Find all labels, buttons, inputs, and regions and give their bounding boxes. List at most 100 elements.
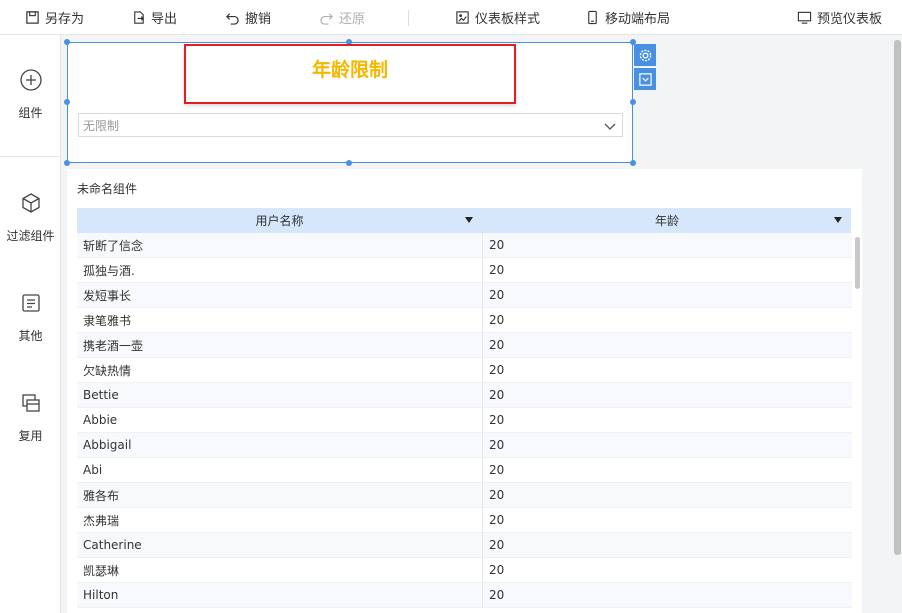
sidebar-item-components[interactable]: 组件 <box>0 68 61 158</box>
table-row[interactable]: 隶笔雅书 20 <box>77 308 852 333</box>
page-scrollbar[interactable] <box>894 40 901 555</box>
cube-icon <box>21 193 40 213</box>
username-cell: 孤独与酒. <box>77 258 483 282</box>
table-row[interactable]: 斩断了信念 20 <box>77 233 852 258</box>
mobile-icon <box>588 10 597 25</box>
table-row[interactable]: 凯瑟琳 20 <box>77 558 852 583</box>
age-cell: 20 <box>489 488 505 502</box>
age-cell: 20 <box>489 463 505 477</box>
sidebar-item-other[interactable]: 其他 <box>0 291 61 381</box>
redo-button[interactable]: 还原 <box>319 0 365 35</box>
resize-handle[interactable] <box>64 160 70 166</box>
gear-icon <box>639 49 651 61</box>
table-row[interactable]: Abbie 20 <box>77 408 852 433</box>
age-filter-select[interactable]: 无限制 <box>78 113 623 137</box>
resize-handle[interactable] <box>64 99 70 105</box>
export-label: 导出 <box>151 12 178 27</box>
username-cell: 发短事长 <box>77 283 483 307</box>
age-cell: 20 <box>489 513 505 527</box>
table-row[interactable]: 雅各布 20 <box>77 483 852 508</box>
table-row[interactable]: Hilton 20 <box>77 583 852 608</box>
column-header-label: 用户名称 <box>255 214 304 228</box>
save-as-button[interactable]: 另存为 <box>25 0 84 35</box>
username-cell: 斩断了信念 <box>77 233 483 257</box>
mobile-layout-label: 移动端布局 <box>605 12 671 27</box>
column-header-username[interactable]: 用户名称 <box>77 208 483 233</box>
age-cell: 20 <box>489 588 505 602</box>
widget-collapse-button[interactable] <box>634 68 656 90</box>
table-widget[interactable]: 未命名组件 用户名称 年龄 斩断了信念 20 孤独与酒. 20 发短事长 20 隶笔雅书 20… <box>67 169 862 613</box>
undo-icon <box>226 13 239 25</box>
username-cell: Abbie <box>77 408 483 432</box>
sort-caret-icon[interactable] <box>834 217 842 223</box>
save-as-label: 另存为 <box>45 12 85 27</box>
mobile-layout-button[interactable]: 移动端布局 <box>585 0 670 35</box>
widget-side-tools <box>634 44 656 92</box>
username-cell: Abi <box>77 458 483 482</box>
table-row[interactable]: 杰弗瑞 20 <box>77 508 852 533</box>
save-icon <box>26 11 39 24</box>
sidebar-item-reuse[interactable]: 复用 <box>0 391 61 481</box>
resize-handle[interactable] <box>630 160 636 166</box>
username-cell: Catherine <box>77 533 483 557</box>
widget-settings-button[interactable] <box>634 44 656 66</box>
age-cell: 20 <box>489 538 505 552</box>
toolbar-divider <box>408 10 409 26</box>
column-header-age[interactable]: 年龄 <box>483 208 852 233</box>
monitor-icon <box>797 11 812 24</box>
sidebar-item-label: 过滤组件 <box>6 229 55 243</box>
redo-icon <box>320 13 333 25</box>
plus-circle-icon <box>19 69 42 91</box>
table-row[interactable]: Bettie 20 <box>77 383 852 408</box>
age-cell: 20 <box>489 413 505 427</box>
age-cell: 20 <box>489 238 505 252</box>
undo-label: 撤销 <box>245 12 272 27</box>
resize-handle[interactable] <box>630 99 636 105</box>
username-cell: Bettie <box>77 383 483 407</box>
age-cell: 20 <box>489 263 505 277</box>
age-cell: 20 <box>489 388 505 402</box>
resize-handle[interactable] <box>64 39 70 45</box>
top-toolbar: 另存为 导出 撤销 还原 仪表板样式 移动端布局 预览仪表板 <box>0 0 902 35</box>
table-row[interactable]: 欠缺热情 20 <box>77 358 852 383</box>
username-cell: 欠缺热情 <box>77 358 483 382</box>
undo-button[interactable]: 撤销 <box>225 0 271 35</box>
username-cell: 杰弗瑞 <box>77 508 483 532</box>
table-row[interactable]: Abbigail 20 <box>77 433 852 458</box>
age-cell: 20 <box>489 363 505 377</box>
preview-dashboard-button[interactable]: 预览仪表板 <box>797 0 882 35</box>
age-cell: 20 <box>489 313 505 327</box>
username-cell: 凯瑟琳 <box>77 558 483 582</box>
redo-label: 还原 <box>339 12 366 27</box>
palette-icon <box>456 11 469 24</box>
table-row[interactable]: 孤独与酒. 20 <box>77 258 852 283</box>
username-cell: Abbigail <box>77 433 483 457</box>
sidebar-item-filter-components[interactable]: 过滤组件 <box>0 191 61 281</box>
age-cell: 20 <box>489 338 505 352</box>
preview-dashboard-label: 预览仪表板 <box>817 12 883 27</box>
table-row[interactable]: Catherine 20 <box>77 533 852 558</box>
export-icon <box>134 11 144 24</box>
export-button[interactable]: 导出 <box>131 0 177 35</box>
table-row[interactable]: Abi 20 <box>77 458 852 483</box>
sidebar-divider <box>0 156 61 157</box>
table-scrollbar[interactable] <box>855 237 860 289</box>
table-widget-title: 未命名组件 <box>77 182 138 196</box>
sidebar-item-label: 复用 <box>18 429 43 443</box>
resize-handle[interactable] <box>346 160 352 166</box>
filter-title: 年龄限制 <box>311 59 388 81</box>
age-cell: 20 <box>489 563 505 577</box>
username-cell: 隶笔雅书 <box>77 308 483 332</box>
document-icon <box>21 294 40 312</box>
table-header: 用户名称 年龄 <box>77 208 852 233</box>
table-row[interactable]: 发短事长 20 <box>77 283 852 308</box>
username-cell: Hilton <box>77 583 483 607</box>
data-table: 用户名称 年龄 斩断了信念 20 孤独与酒. 20 发短事长 20 隶笔雅书 20 携老酒一壶 2… <box>77 208 852 608</box>
sidebar-item-label: 组件 <box>18 106 43 120</box>
select-value: 无限制 <box>83 118 120 133</box>
sort-caret-icon[interactable] <box>465 217 473 223</box>
username-cell: 携老酒一壶 <box>77 333 483 357</box>
dashboard-style-button[interactable]: 仪表板样式 <box>455 0 540 35</box>
username-cell: 雅各布 <box>77 483 483 507</box>
table-row[interactable]: 携老酒一壶 20 <box>77 333 852 358</box>
